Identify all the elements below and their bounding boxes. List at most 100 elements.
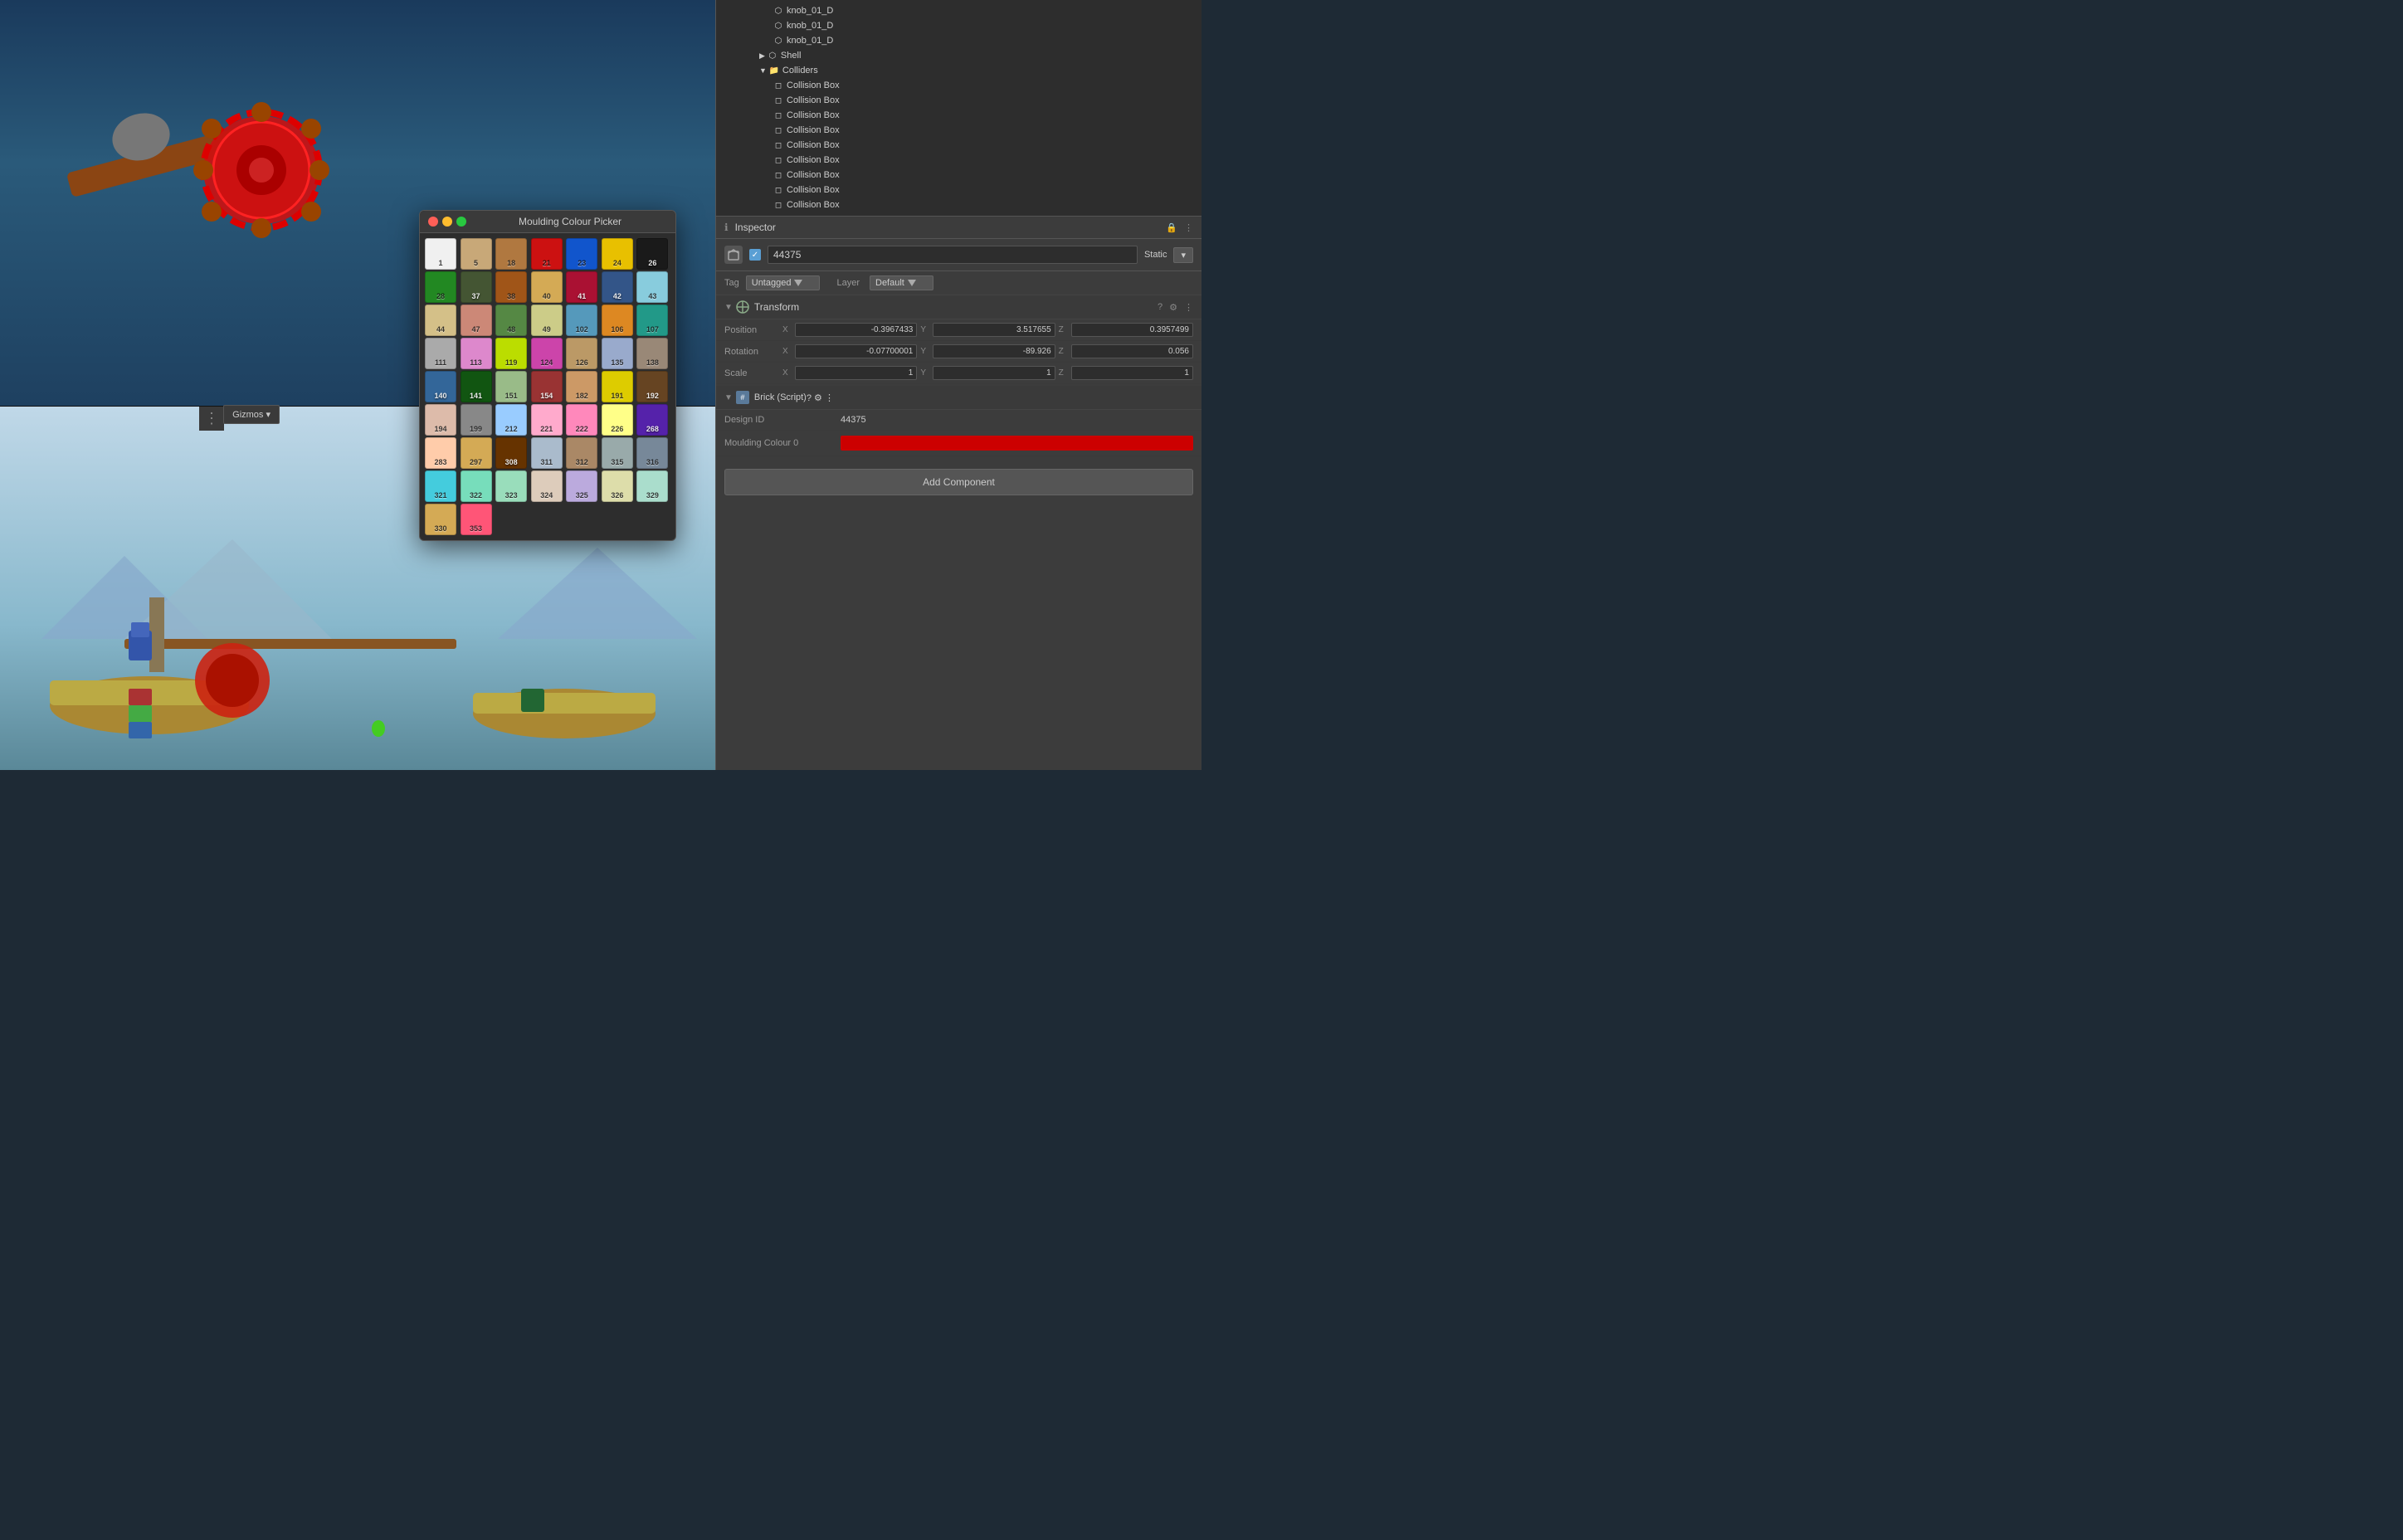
help-icon[interactable]: ?	[807, 393, 812, 403]
position-x-input[interactable]	[795, 323, 917, 337]
scale-y-input[interactable]	[933, 366, 1055, 380]
hierarchy-item-collision-box[interactable]: ◻ Collision Box	[716, 78, 1202, 93]
minimize-button[interactable]	[442, 217, 452, 227]
scale-x-input[interactable]	[795, 366, 917, 380]
maximize-button[interactable]	[456, 217, 466, 227]
color-cell-325[interactable]: 325	[566, 470, 597, 502]
color-cell-297[interactable]: 297	[461, 437, 492, 469]
color-cell-126[interactable]: 126	[566, 338, 597, 369]
color-cell-191[interactable]: 191	[602, 371, 633, 402]
color-cell-124[interactable]: 124	[531, 338, 563, 369]
hierarchy-item-collision-box[interactable]: ◻ Collision Box	[716, 197, 1202, 212]
color-cell-111[interactable]: 111	[425, 338, 456, 369]
color-cell-41[interactable]: 41	[566, 271, 597, 303]
color-cell-119[interactable]: 119	[495, 338, 527, 369]
color-cell-107[interactable]: 107	[636, 305, 668, 336]
color-cell-192[interactable]: 192	[636, 371, 668, 402]
hierarchy-item[interactable]: ⬡ knob_01_D	[716, 18, 1202, 33]
color-cell-1[interactable]: 1	[425, 238, 456, 270]
color-cell-106[interactable]: 106	[602, 305, 633, 336]
hierarchy-item-collision-box[interactable]: ◻ Collision Box	[716, 138, 1202, 153]
color-cell-329[interactable]: 329	[636, 470, 668, 502]
color-cell-194[interactable]: 194	[425, 404, 456, 436]
transform-section-header[interactable]: ▼ Transform ? ⚙ ⋮	[716, 295, 1202, 319]
add-component-button[interactable]: Add Component	[724, 469, 1193, 495]
position-z-input[interactable]	[1071, 323, 1193, 337]
color-cell-154[interactable]: 154	[531, 371, 563, 402]
lock-icon[interactable]: 🔒	[1166, 222, 1177, 233]
color-cell-18[interactable]: 18	[495, 238, 527, 270]
hierarchy-item[interactable]: ⬡ knob_01_D	[716, 33, 1202, 48]
color-cell-43[interactable]: 43	[636, 271, 668, 303]
color-cell-199[interactable]: 199	[461, 404, 492, 436]
color-cell-330[interactable]: 330	[425, 504, 456, 535]
settings-icon[interactable]: ⚙	[814, 393, 822, 403]
color-cell-40[interactable]: 40	[531, 271, 563, 303]
hierarchy-item-shell[interactable]: ▶ ⬡ Shell	[716, 48, 1202, 63]
color-cell-323[interactable]: 323	[495, 470, 527, 502]
color-cell-308[interactable]: 308	[495, 437, 527, 469]
color-cell-222[interactable]: 222	[566, 404, 597, 436]
color-cell-283[interactable]: 283	[425, 437, 456, 469]
color-cell-353[interactable]: 353	[461, 504, 492, 535]
rotation-x-input[interactable]	[795, 344, 917, 358]
viewport-menu-button[interactable]: ⋮	[199, 407, 224, 431]
object-name-input[interactable]	[768, 246, 1138, 264]
more-icon[interactable]: ⋮	[1184, 302, 1193, 313]
color-cell-113[interactable]: 113	[461, 338, 492, 369]
more-icon[interactable]: ⋮	[825, 393, 834, 403]
color-cell-324[interactable]: 324	[531, 470, 563, 502]
color-cell-322[interactable]: 322	[461, 470, 492, 502]
hierarchy-item-collision-box[interactable]: ◻ Collision Box	[716, 123, 1202, 138]
color-cell-311[interactable]: 311	[531, 437, 563, 469]
rotation-y-input[interactable]	[933, 344, 1055, 358]
rotation-z-input[interactable]	[1071, 344, 1193, 358]
color-cell-315[interactable]: 315	[602, 437, 633, 469]
color-cell-212[interactable]: 212	[495, 404, 527, 436]
hierarchy-item-collision-box[interactable]: ◻ Collision Box	[716, 168, 1202, 183]
color-cell-221[interactable]: 221	[531, 404, 563, 436]
color-cell-49[interactable]: 49	[531, 305, 563, 336]
color-cell-38[interactable]: 38	[495, 271, 527, 303]
color-cell-268[interactable]: 268	[636, 404, 668, 436]
color-cell-326[interactable]: 326	[602, 470, 633, 502]
close-button[interactable]	[428, 217, 438, 227]
color-cell-312[interactable]: 312	[566, 437, 597, 469]
color-cell-26[interactable]: 26	[636, 238, 668, 270]
color-cell-48[interactable]: 48	[495, 305, 527, 336]
hierarchy-item-collision-box[interactable]: ◻ Collision Box	[716, 183, 1202, 197]
tag-dropdown[interactable]: Untagged	[746, 275, 821, 290]
help-icon[interactable]: ?	[1158, 302, 1163, 313]
color-cell-140[interactable]: 140	[425, 371, 456, 402]
scale-z-input[interactable]	[1071, 366, 1193, 380]
color-cell-24[interactable]: 24	[602, 238, 633, 270]
hierarchy-item-collision-box[interactable]: ◻ Collision Box	[716, 108, 1202, 123]
static-dropdown[interactable]: ▾	[1173, 247, 1193, 263]
menu-icon[interactable]: ⋮	[1184, 222, 1193, 233]
color-cell-141[interactable]: 141	[461, 371, 492, 402]
color-cell-138[interactable]: 138	[636, 338, 668, 369]
settings-icon[interactable]: ⚙	[1169, 302, 1177, 313]
position-y-input[interactable]	[933, 323, 1055, 337]
color-cell-21[interactable]: 21	[531, 238, 563, 270]
active-checkbox[interactable]: ✓	[749, 249, 761, 261]
color-cell-5[interactable]: 5	[461, 238, 492, 270]
color-cell-182[interactable]: 182	[566, 371, 597, 402]
color-cell-37[interactable]: 37	[461, 271, 492, 303]
color-cell-135[interactable]: 135	[602, 338, 633, 369]
color-cell-102[interactable]: 102	[566, 305, 597, 336]
hierarchy-item-collision-box[interactable]: ◻ Collision Box	[716, 93, 1202, 108]
color-cell-47[interactable]: 47	[461, 305, 492, 336]
color-cell-321[interactable]: 321	[425, 470, 456, 502]
color-cell-23[interactable]: 23	[566, 238, 597, 270]
color-cell-226[interactable]: 226	[602, 404, 633, 436]
hierarchy-item[interactable]: ⬡ knob_01_D	[716, 3, 1202, 18]
hierarchy-item-collision-box[interactable]: ◻ Collision Box	[716, 153, 1202, 168]
color-cell-316[interactable]: 316	[636, 437, 668, 469]
gizmos-button[interactable]: Gizmos ▾	[223, 405, 280, 424]
color-cell-42[interactable]: 42	[602, 271, 633, 303]
color-cell-44[interactable]: 44	[425, 305, 456, 336]
brick-script-header[interactable]: ▼ # Brick (Script) ? ⚙ ⋮	[716, 386, 1202, 410]
color-cell-28[interactable]: 28	[425, 271, 456, 303]
moulding-colour-swatch[interactable]	[841, 436, 1193, 451]
